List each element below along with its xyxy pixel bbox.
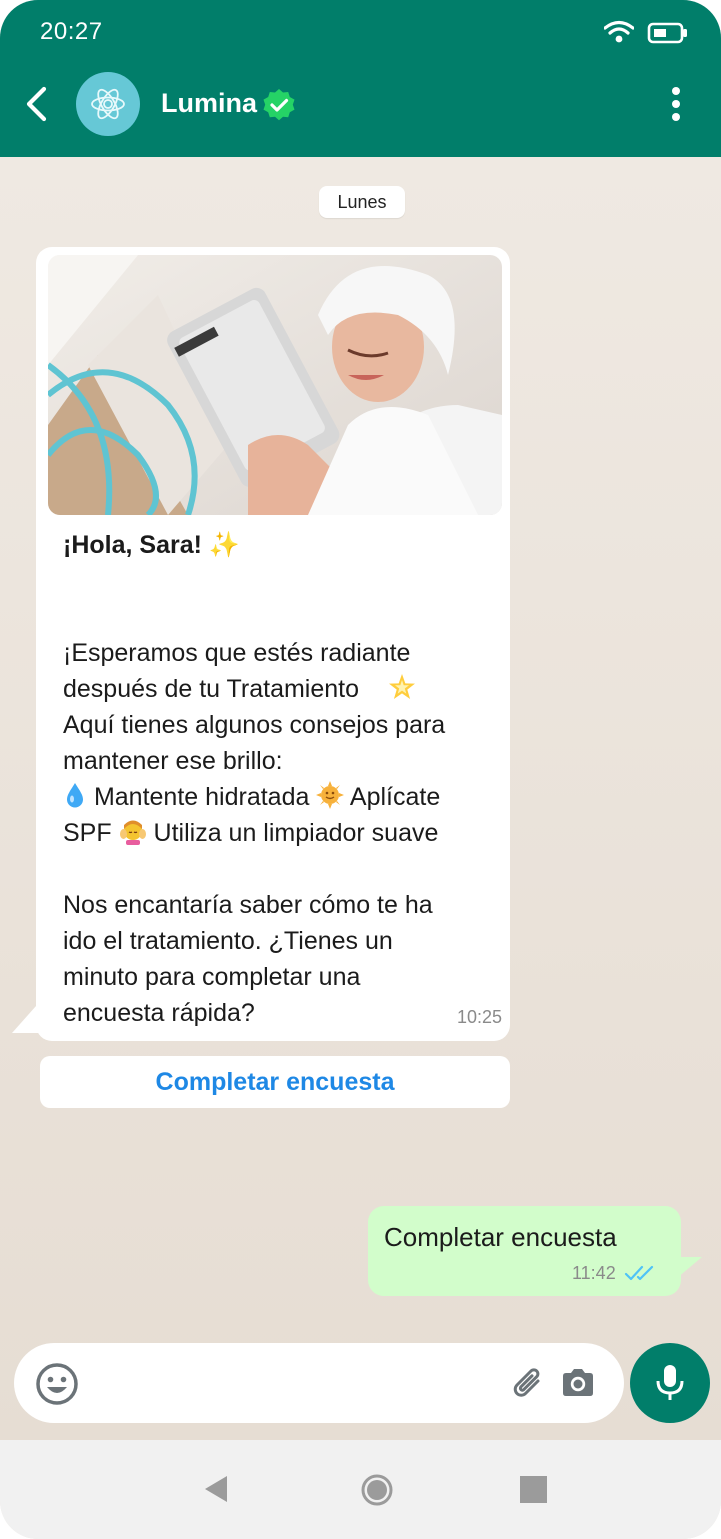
double-check-icon: [624, 1265, 654, 1281]
body-line: después de tu Tratamiento: [63, 675, 360, 703]
mic-icon: [656, 1365, 684, 1400]
verified-icon: [263, 89, 295, 121]
back-arrow-icon[interactable]: [20, 86, 56, 122]
body-line: ¡Esperamos que estés radiante: [63, 639, 411, 667]
outgoing-message[interactable]: Completar encuesta 11:42: [368, 1206, 681, 1296]
body-line: Utiliza un limpiador suave: [153, 819, 439, 847]
contact-avatar[interactable]: [76, 72, 140, 136]
date-separator: Lunes: [319, 186, 405, 218]
contact-name[interactable]: Lumina: [161, 88, 257, 119]
message-list[interactable]: Lunes ¡Hola, Sara! ✨ ¡Esperamos que esté…: [0, 157, 721, 1440]
system-nav-bar: [0, 1440, 721, 1539]
more-vert-icon[interactable]: [662, 86, 690, 124]
tips-line-1: Mantente hidratada Aplícate: [63, 779, 493, 815]
spa-woman-tablet-illustration: [48, 255, 502, 515]
sparkles-icon: ✨: [208, 531, 241, 559]
body-line: Aplícate: [349, 783, 441, 811]
attach-icon[interactable]: [510, 1365, 548, 1403]
droplet-icon: [67, 783, 83, 808]
body-line: ido el tratamiento. ¿Tienes un: [63, 927, 393, 955]
incoming-message[interactable]: ¡Hola, Sara! ✨ ¡Esperamos que estés radi…: [36, 247, 510, 1041]
mic-button[interactable]: [630, 1343, 710, 1423]
greeting-label: ¡Hola, Sara!: [63, 531, 202, 559]
body-line: Nos encantaría saber cómo te ha: [63, 891, 433, 919]
message-image[interactable]: [48, 255, 502, 515]
face-massage-icon: [119, 820, 146, 845]
chat-header: 20:27 Lumina: [0, 0, 721, 157]
tips-line-2: SPF Utiliza un limpiador suave: [63, 815, 493, 851]
lumina-logo-icon: [91, 88, 125, 120]
status-bar: 20:27: [0, 0, 721, 62]
greeting-text: ¡Hola, Sara! ✨: [63, 531, 240, 560]
message-composer[interactable]: [14, 1343, 624, 1423]
message-timestamp: 11:42: [572, 1263, 616, 1283]
emoji-icon[interactable]: [34, 1361, 80, 1407]
outgoing-text: Completar encuesta: [384, 1222, 617, 1252]
body-line: encuesta rápida?: [63, 999, 255, 1027]
status-time: 20:27: [40, 18, 103, 45]
nav-back-icon[interactable]: [203, 1474, 229, 1504]
complete-survey-button[interactable]: Completar encuesta: [40, 1056, 510, 1108]
battery-icon: [647, 22, 687, 44]
body-line-with-emoji: después de tu Tratamiento: [63, 671, 493, 707]
body-line: mantener ese brillo:: [63, 747, 283, 775]
body-line: Aquí tienes algunos consejos para: [63, 711, 446, 739]
glowing-star-icon: [388, 674, 415, 699]
message-timestamp: 10:25: [456, 1007, 502, 1027]
nav-home-icon[interactable]: [361, 1474, 393, 1506]
nav-recents-icon[interactable]: [520, 1476, 547, 1503]
body-line: Mantente hidratada: [93, 783, 310, 811]
body-line: SPF: [63, 819, 112, 847]
camera-icon[interactable]: [560, 1367, 596, 1399]
whatsapp-chat-screen: 20:27 Lumina Lunes ¡Hola, Sara! ✨ ¡Esper…: [0, 0, 721, 1539]
sun-icon: [316, 781, 345, 809]
wifi-icon: [604, 20, 634, 43]
body-line: minuto para completar una: [63, 963, 361, 991]
message-body: ¡Esperamos que estés radiante después de…: [63, 599, 493, 1031]
